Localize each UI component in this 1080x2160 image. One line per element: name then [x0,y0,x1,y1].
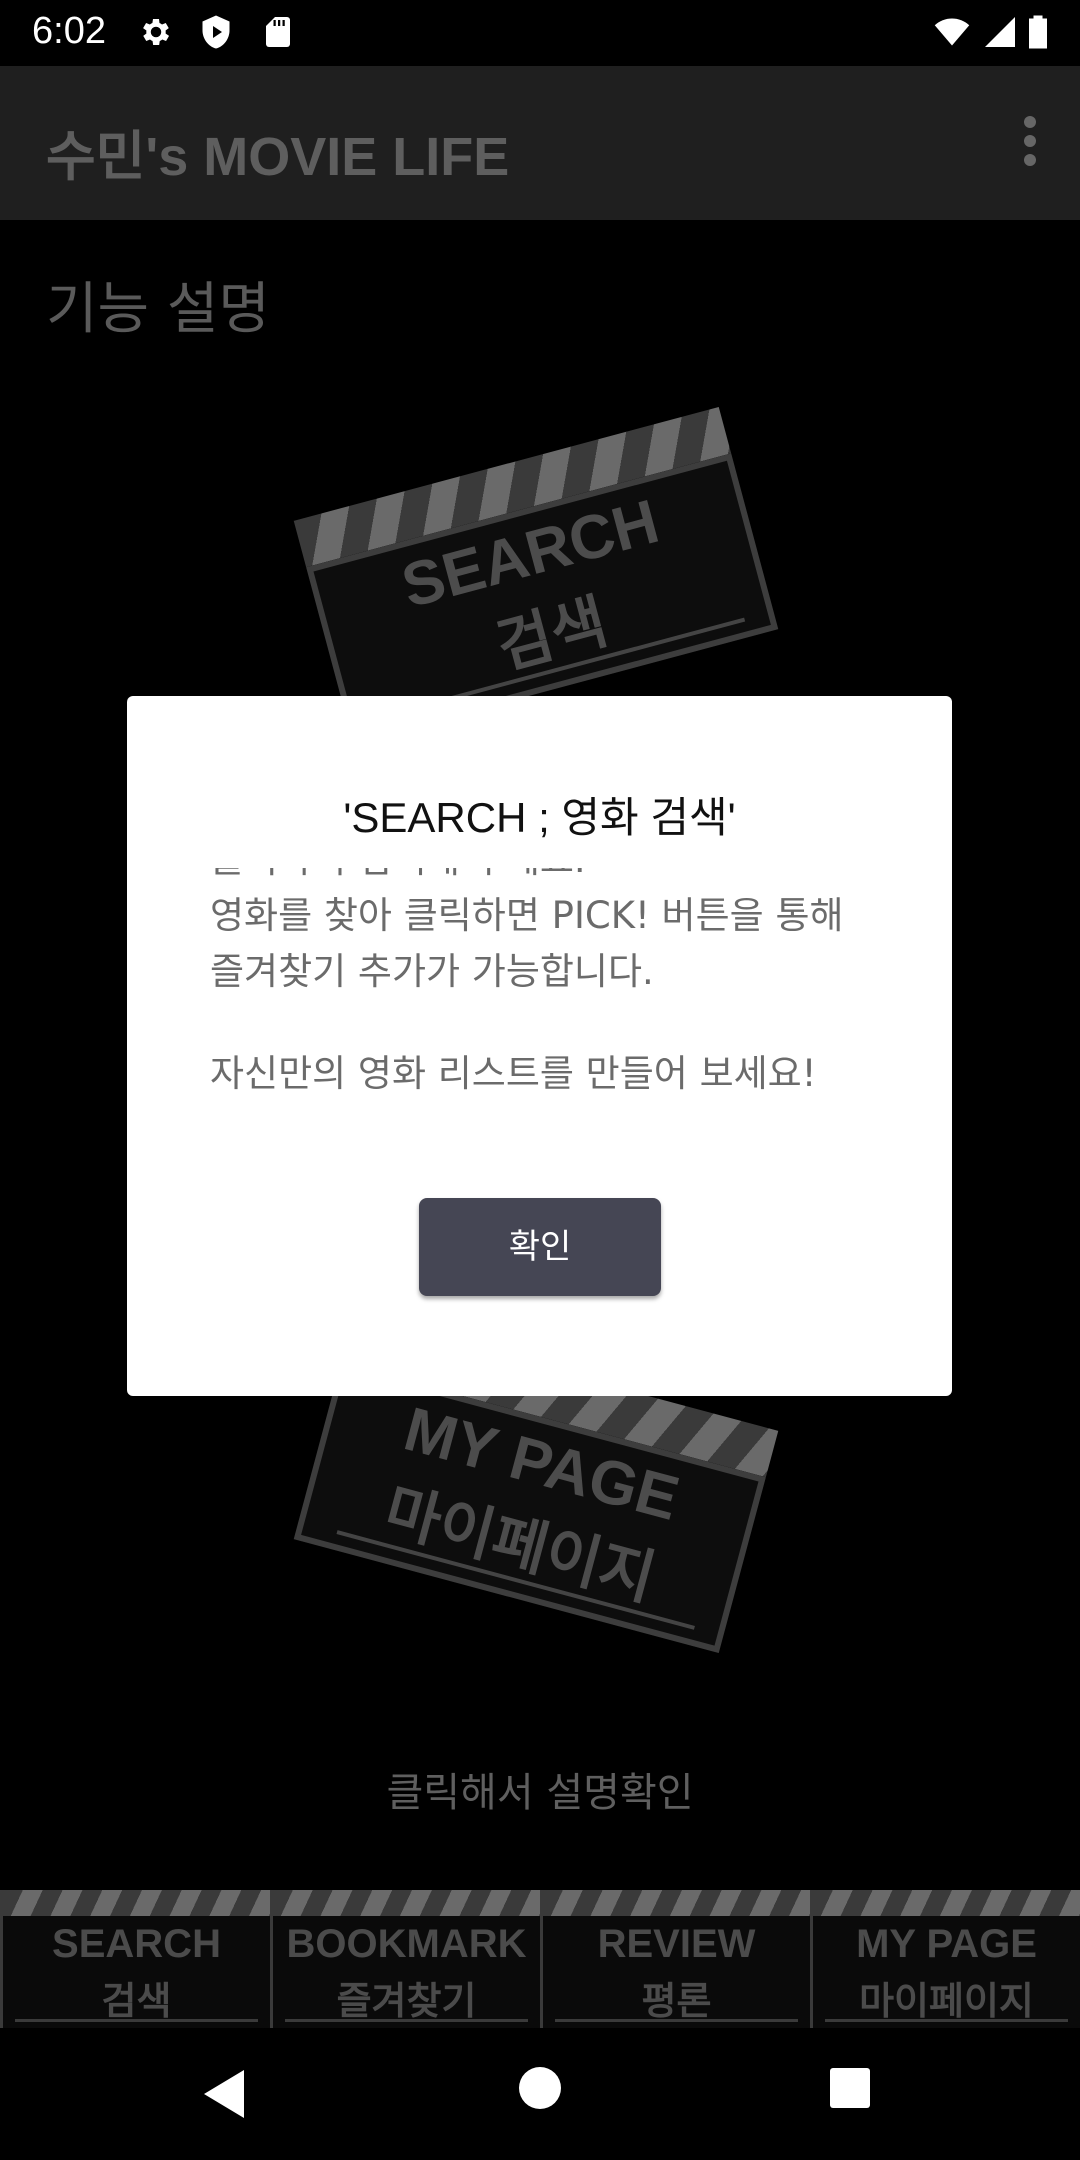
tab-label: BOOKMARK [286,1922,527,1966]
tab-mypage[interactable]: MY PAGE 마이페이지 [810,1890,1080,2028]
tab-sublabel: 평론 [641,1979,712,2023]
battery-icon [1029,15,1047,49]
dialog-body-line: 즐겨찾기 추가가 가능합니다. [210,950,654,993]
app-title: 수민's MOVIE LIFE [46,127,510,187]
shield-play-icon [202,15,230,49]
tab-label: SEARCH [52,1922,221,1966]
search-clapboard[interactable]: SEARCH 검색 [293,406,779,744]
tab-sublabel: 검색 [101,1979,172,2023]
cell-signal-icon [985,17,1015,47]
settings-icon [143,18,170,46]
tab-review[interactable]: REVIEW 평론 [540,1890,810,2028]
info-dialog: 'SEARCH ; 영화 검색' 클릭하여 검색해 주세요. 영화를 찾아 클릭… [127,696,952,1396]
dialog-body-spacer [210,1000,890,1046]
dialog-body[interactable]: 클릭하여 검색해 주세요. 영화를 찾아 클릭하면 PICK! 버튼을 통해 즐… [210,868,890,1158]
dialog-title: 'SEARCH ; 영화 검색' [343,794,736,841]
app-bar: 수민's MOVIE LIFE [0,66,1080,220]
dialog-body-line: 자신만의 영화 리스트를 만들어 보세요! [210,1052,817,1095]
status-time: 6:02 [32,10,106,52]
tab-sublabel: 즐겨찾기 [336,1979,477,2023]
system-nav-bar [0,2028,1080,2160]
tab-label: MY PAGE [856,1922,1037,1966]
bottom-tab-bar: SEARCH 검색 BOOKMARK 즐겨찾기 REVIEW 평론 MY PAG… [0,1890,1080,2028]
dialog-body-line: 클릭하여 검색해 주세요. [210,868,890,888]
tab-search[interactable]: SEARCH 검색 [0,1890,270,2028]
dialog-body-line: 영화를 찾아 클릭하면 PICK! 버튼을 통해 [210,894,844,937]
wifi-icon [934,18,970,46]
hint-text: 클릭해서 설명확인 [386,1770,694,1816]
tab-bookmark[interactable]: BOOKMARK 즐겨찾기 [270,1890,540,2028]
back-icon[interactable] [200,2066,250,2122]
home-icon[interactable] [518,2066,562,2110]
confirm-button[interactable]: 확인 [419,1198,661,1296]
tab-label: REVIEW [597,1922,756,1966]
overflow-menu-icon[interactable] [1020,116,1040,170]
tab-sublabel: 마이페이지 [859,1979,1034,2023]
status-bar: 6:02 [0,0,1080,66]
recents-icon[interactable] [828,2066,872,2110]
section-title: 기능 설명 [46,277,270,342]
sd-card-icon [266,17,290,47]
